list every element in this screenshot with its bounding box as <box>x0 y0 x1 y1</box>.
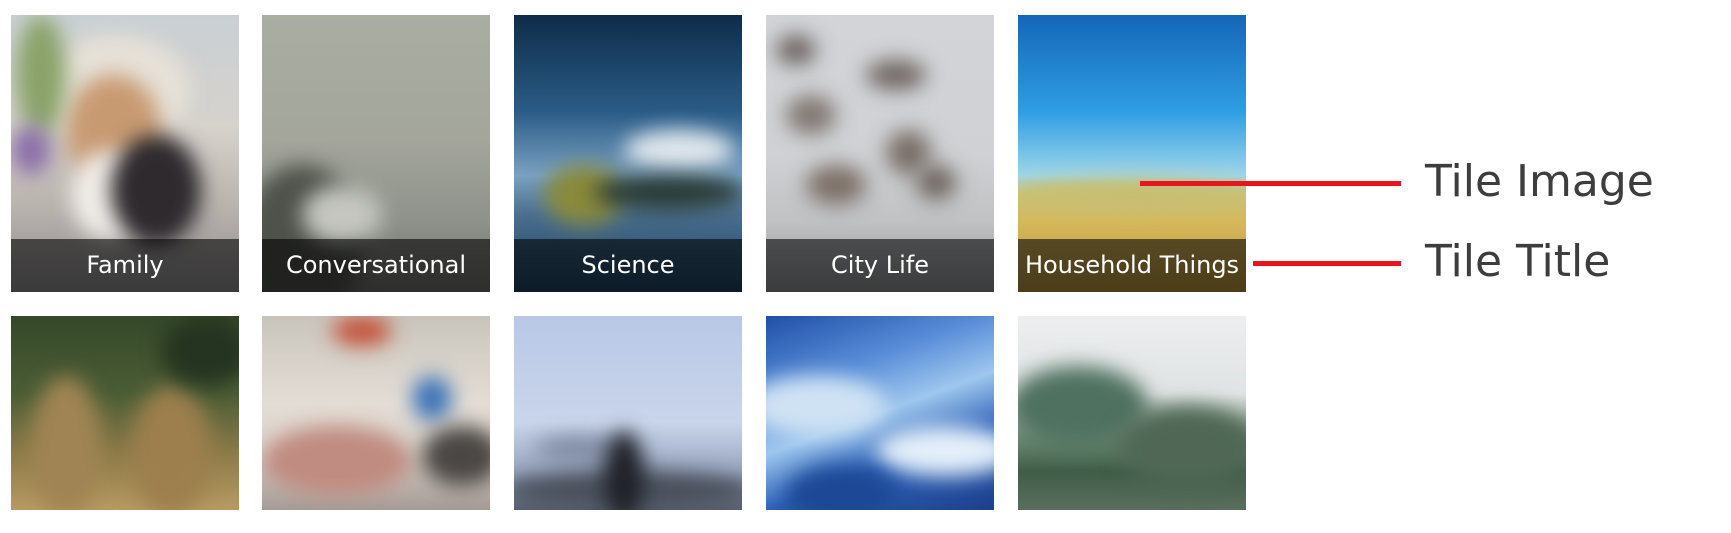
tile-title: Conversational <box>262 239 490 292</box>
tile-conversational[interactable]: Conversational <box>262 15 490 292</box>
tile-family[interactable]: Family <box>11 15 239 292</box>
tile-title-label: Tile Title <box>1425 236 1611 287</box>
tile-typing[interactable] <box>262 316 490 510</box>
tile-tree[interactable] <box>1018 316 1246 510</box>
tile-image-label: Tile Image <box>1425 156 1654 207</box>
tile-image <box>262 316 490 510</box>
tile-title: City Life <box>766 239 994 292</box>
tile-person-sky[interactable] <box>514 316 742 510</box>
tile-title: Household Things <box>1018 239 1246 292</box>
tile-title: Family <box>11 239 239 292</box>
tile-image-pointer-line <box>1140 181 1401 186</box>
tile-title: Science <box>514 239 742 292</box>
tile-title-pointer-line <box>1253 261 1401 266</box>
tile-image <box>1018 316 1246 510</box>
tile-science[interactable]: Science <box>514 15 742 292</box>
tile-ocean[interactable] <box>766 316 994 510</box>
tile-image <box>11 316 239 510</box>
tile-image <box>514 316 742 510</box>
tile-grass[interactable] <box>11 316 239 510</box>
tile-city-life[interactable]: City Life <box>766 15 994 292</box>
tile-household-things[interactable]: Household Things <box>1018 15 1246 292</box>
tile-image <box>766 316 994 510</box>
